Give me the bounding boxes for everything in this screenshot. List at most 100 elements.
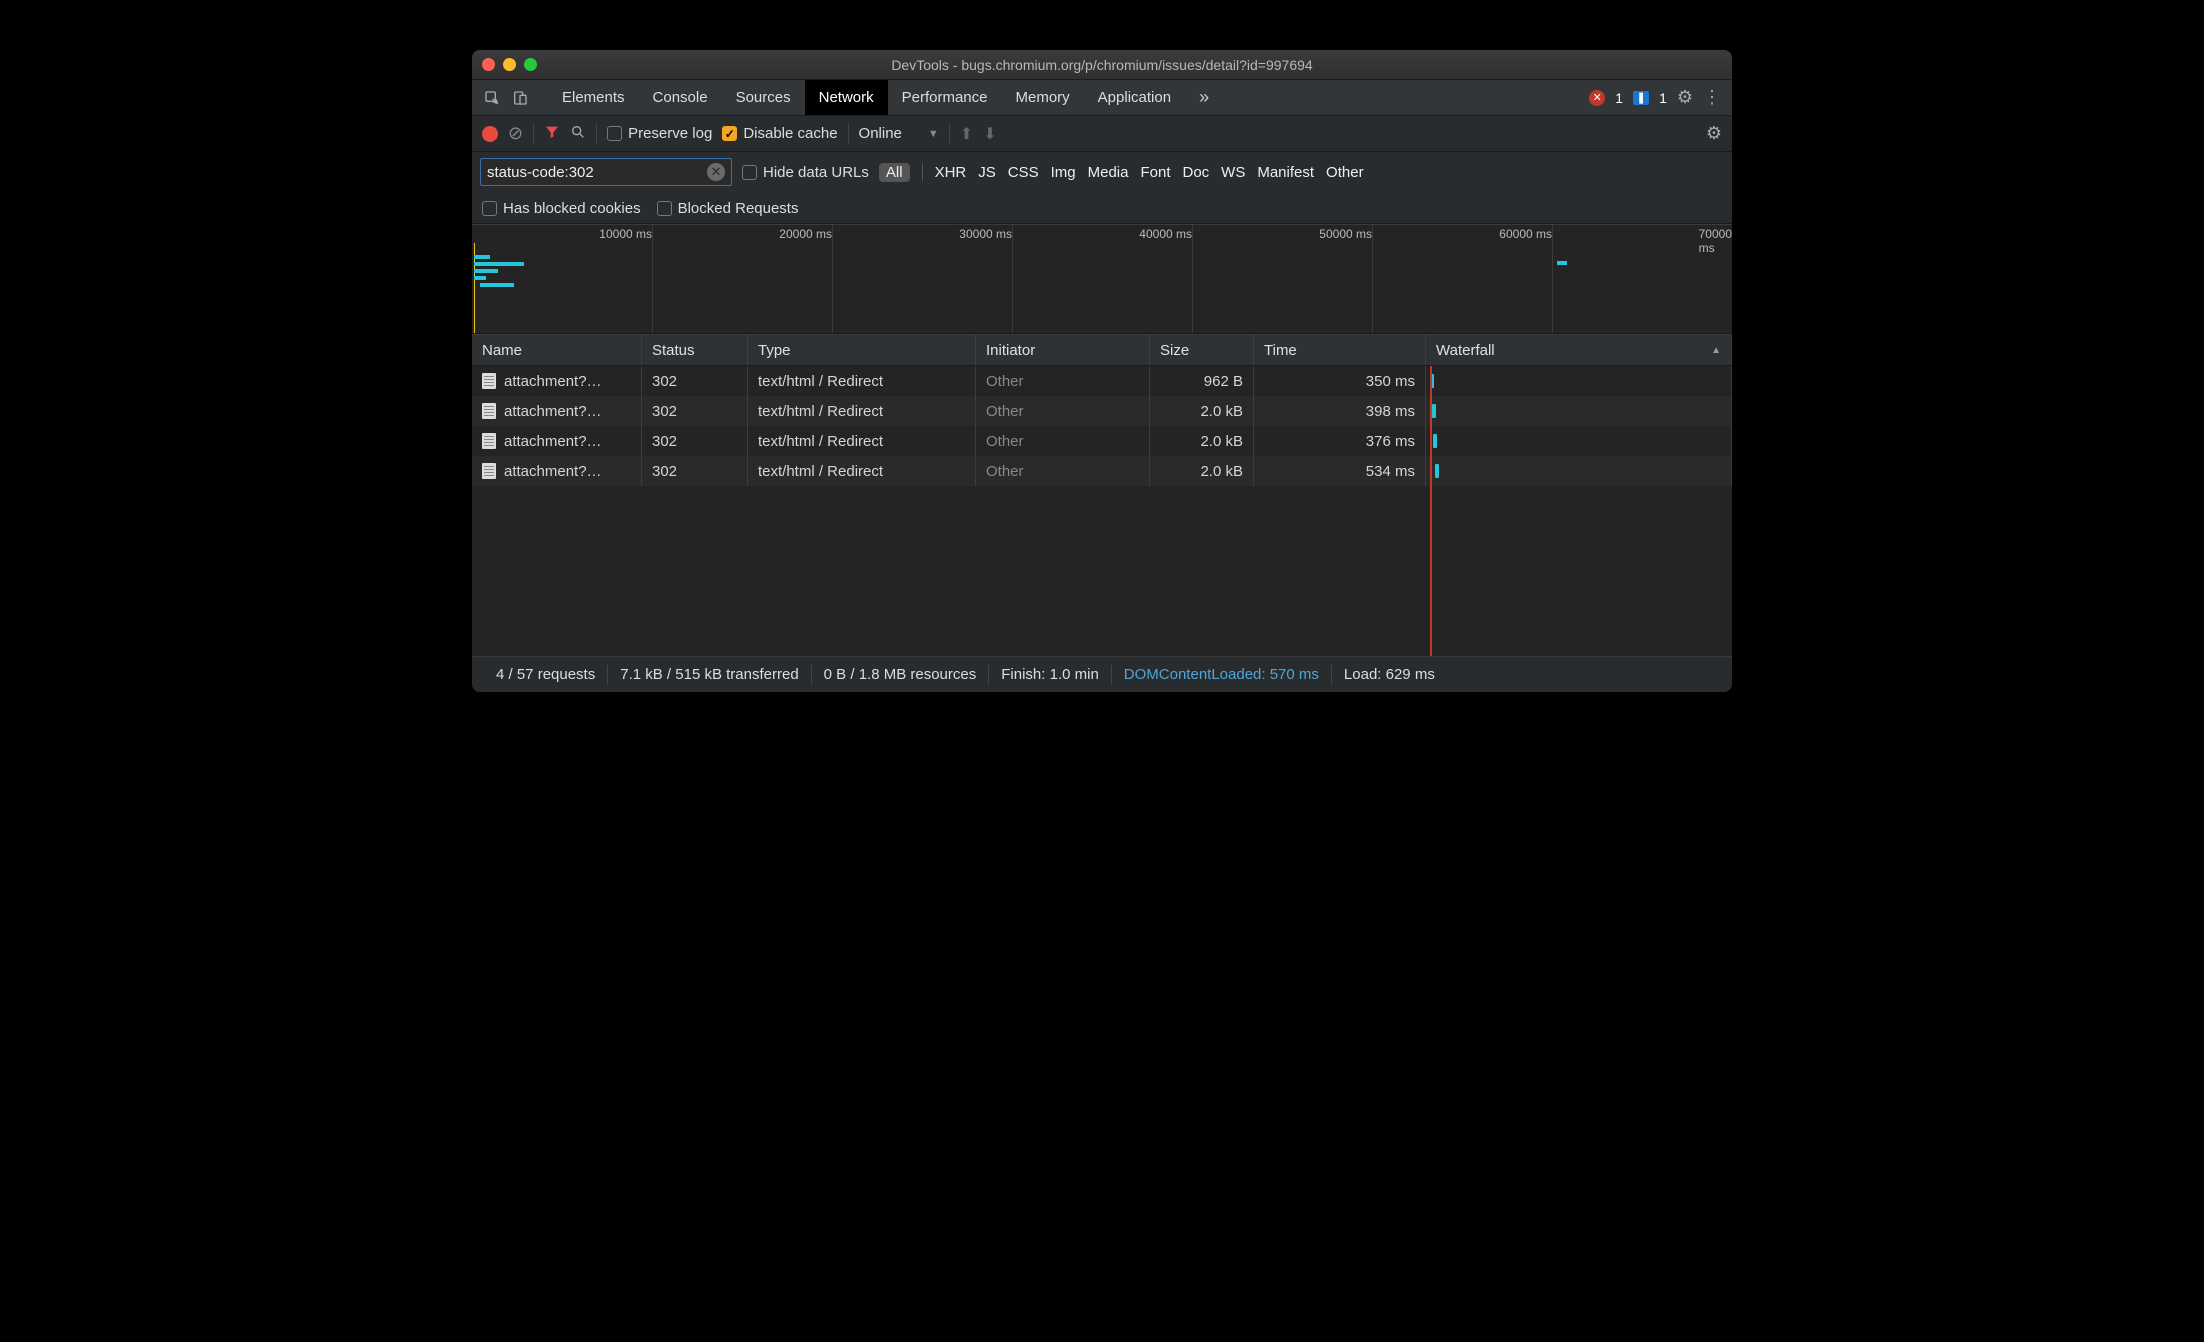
filter-type-media[interactable]: Media (1088, 164, 1129, 181)
column-header-type[interactable]: Type (748, 335, 976, 365)
more-options-icon[interactable]: ⋮ (1703, 87, 1722, 108)
record-button[interactable] (482, 126, 498, 142)
table-row[interactable]: attachment?…302text/html / RedirectOther… (472, 366, 1732, 396)
column-header-waterfall[interactable]: Waterfall (1426, 335, 1732, 365)
network-settings-icon[interactable]: ⚙ (1706, 123, 1722, 144)
checkbox-icon (742, 165, 757, 180)
checkbox-icon (722, 126, 737, 141)
device-toolbar-icon[interactable] (506, 80, 534, 115)
table-row[interactable]: attachment?…302text/html / RedirectOther… (472, 426, 1732, 456)
request-status: 302 (642, 396, 748, 426)
request-size: 2.0 kB (1150, 396, 1254, 426)
waterfall-bar (1435, 464, 1439, 478)
tab-console[interactable]: Console (639, 80, 722, 115)
preserve-log-checkbox[interactable]: Preserve log (607, 125, 712, 142)
devtools-window: DevTools - bugs.chromium.org/p/chromium/… (472, 50, 1732, 692)
file-icon (482, 463, 496, 479)
filter-type-css[interactable]: CSS (1008, 164, 1039, 181)
request-initiator: Other (976, 426, 1150, 456)
message-count-icon[interactable]: ❚ (1633, 91, 1649, 105)
clear-button[interactable]: ⊘ (508, 123, 523, 144)
timeline-tick-label: 40000 ms (1139, 227, 1192, 241)
timeline-tick-label: 50000 ms (1319, 227, 1372, 241)
network-toolbar: ⊘ Preserve log Disable cache Online ▼ ⬆ … (472, 116, 1732, 152)
status-bar: 4 / 57 requests 7.1 kB / 515 kB transfer… (472, 656, 1732, 692)
filter-text-field[interactable] (487, 164, 707, 181)
tab-performance[interactable]: Performance (888, 80, 1002, 115)
column-header-time[interactable]: Time (1254, 335, 1426, 365)
request-name: attachment?… (504, 433, 602, 450)
filter-type-manifest[interactable]: Manifest (1257, 164, 1314, 181)
request-size: 2.0 kB (1150, 426, 1254, 456)
timeline-tick-label: 20000 ms (779, 227, 832, 241)
request-waterfall (1426, 456, 1732, 486)
tabs-overflow-button[interactable]: » (1185, 80, 1223, 115)
status-resources: 0 B / 1.8 MB resources (812, 666, 989, 683)
throttling-dropdown[interactable]: Online ▼ (859, 125, 939, 142)
search-icon[interactable] (570, 124, 586, 144)
filter-type-other[interactable]: Other (1326, 164, 1364, 181)
request-initiator: Other (976, 366, 1150, 396)
file-icon (482, 373, 496, 389)
inspect-element-icon[interactable] (478, 80, 506, 115)
filter-type-all[interactable]: All (879, 163, 910, 182)
table-row[interactable]: attachment?… 302text/html / RedirectOther… (472, 396, 1732, 426)
column-header-status[interactable]: Status (642, 335, 748, 365)
column-header-initiator[interactable]: Initiator (976, 335, 1150, 365)
tab-network[interactable]: Network (805, 80, 888, 115)
tab-sources[interactable]: Sources (722, 80, 805, 115)
clear-filter-icon[interactable]: ✕ (707, 163, 725, 181)
hide-data-urls-checkbox[interactable]: Hide data URLs (742, 164, 869, 181)
checkbox-icon (657, 201, 672, 216)
request-waterfall (1426, 396, 1732, 426)
tab-memory[interactable]: Memory (1002, 80, 1084, 115)
filter-type-js[interactable]: JS (978, 164, 996, 181)
request-name: attachment?… (504, 463, 602, 480)
request-time: 534 ms (1254, 456, 1426, 486)
tab-elements[interactable]: Elements (548, 80, 639, 115)
column-header-name[interactable]: Name (472, 335, 642, 365)
request-status: 302 (642, 426, 748, 456)
status-requests: 4 / 57 requests (484, 666, 607, 683)
error-count[interactable]: 1 (1615, 90, 1623, 106)
filter-type-ws[interactable]: WS (1221, 164, 1245, 181)
checkbox-icon (482, 201, 497, 216)
request-name: attachment?… (504, 403, 602, 420)
waterfall-load-line (1430, 366, 1432, 656)
filter-type-font[interactable]: Font (1140, 164, 1170, 181)
message-count[interactable]: 1 (1659, 90, 1667, 106)
settings-icon[interactable]: ⚙ (1677, 87, 1693, 108)
tab-application[interactable]: Application (1084, 80, 1185, 115)
status-transferred: 7.1 kB / 515 kB transferred (608, 666, 810, 683)
request-initiator: Other (976, 456, 1150, 486)
tabs-container: ElementsConsoleSourcesNetworkPerformance… (548, 80, 1185, 115)
request-type: text/html / Redirect (748, 396, 976, 426)
disable-cache-checkbox[interactable]: Disable cache (722, 125, 837, 142)
filter-type-xhr[interactable]: XHR (935, 164, 967, 181)
filter-type-doc[interactable]: Doc (1182, 164, 1209, 181)
request-type: text/html / Redirect (748, 456, 976, 486)
overview-timeline[interactable]: 10000 ms20000 ms30000 ms40000 ms50000 ms… (472, 224, 1732, 334)
timeline-tick-label: 30000 ms (959, 227, 1012, 241)
error-count-icon[interactable]: ✕ (1589, 90, 1605, 106)
file-icon (482, 403, 496, 419)
titlebar: DevTools - bugs.chromium.org/p/chromium/… (472, 50, 1732, 80)
timeline-tick-label: 60000 ms (1499, 227, 1552, 241)
blocked-requests-checkbox[interactable]: Blocked Requests (657, 200, 799, 217)
request-status: 302 (642, 366, 748, 396)
has-blocked-cookies-checkbox[interactable]: Has blocked cookies (482, 200, 641, 217)
request-time: 398 ms (1254, 396, 1426, 426)
request-waterfall (1426, 366, 1732, 396)
upload-har-icon[interactable]: ⬆ (960, 124, 973, 144)
timeline-bars (474, 255, 524, 290)
column-header-size[interactable]: Size (1150, 335, 1254, 365)
table-row[interactable]: attachment?…302text/html / RedirectOther… (472, 456, 1732, 486)
requests-grid-header: Name Status Type Initiator Size Time Wat… (472, 334, 1732, 366)
filter-toggle-icon[interactable] (544, 124, 560, 144)
filter-input[interactable]: ✕ (480, 158, 732, 186)
download-har-icon[interactable]: ⬇ (983, 124, 996, 144)
filter-type-img[interactable]: Img (1051, 164, 1076, 181)
requests-grid-body: attachment?…302text/html / RedirectOther… (472, 366, 1732, 656)
request-initiator: Other (976, 396, 1150, 426)
type-filters: All XHR JS CSS Img Media Font Doc WS Manifest Othe… (879, 163, 1364, 182)
